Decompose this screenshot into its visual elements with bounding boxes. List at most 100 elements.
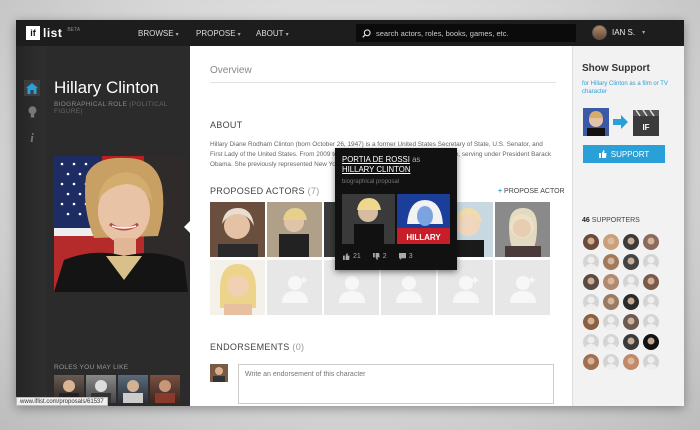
beta-badge: BETA <box>67 27 81 33</box>
actor-thumbnail[interactable] <box>210 202 265 257</box>
role-thumbnail[interactable] <box>118 375 148 403</box>
actor-thumbnail[interactable] <box>210 260 265 315</box>
show-support-title: Show Support <box>582 63 650 74</box>
supporter-avatar[interactable] <box>643 234 659 250</box>
avatar <box>210 364 228 382</box>
endorsements-label: ENDORSEMENTS <box>210 342 290 352</box>
chevron-down-icon: ▾ <box>642 30 646 36</box>
search-bar <box>356 24 576 42</box>
chevron-down-icon: ▾ <box>237 32 241 38</box>
supporter-avatar[interactable] <box>643 334 659 350</box>
comments-count: 3 <box>408 253 413 260</box>
character-role-type: BIOGRAPHICAL ROLE (POLITICAL FIGURE) <box>54 101 190 115</box>
supporter-avatar[interactable] <box>603 274 619 290</box>
supporter-avatar[interactable] <box>603 294 619 310</box>
info-icon[interactable]: i <box>24 130 40 146</box>
portrait-pointer <box>184 219 192 235</box>
supporter-avatar[interactable] <box>643 294 659 310</box>
home-icon[interactable] <box>24 80 40 96</box>
proposal-popup[interactable]: PORTIA DE ROSSI as HILLARY CLINTON biogr… <box>335 148 457 270</box>
user-menu[interactable]: IAN S. ▾ <box>592 25 645 40</box>
supporter-avatar[interactable] <box>623 274 639 290</box>
browser-window: if list BETA BROWSE▾ PROPOSE▾ ABOUT▾ IAN… <box>16 20 684 406</box>
popup-actor-link[interactable]: PORTIA DE ROSSI <box>342 155 410 164</box>
popup-character-link[interactable]: HILLARY CLINTON <box>342 165 410 174</box>
dislikes-stat[interactable]: 2 <box>372 253 387 260</box>
thumbs-up-icon <box>598 150 607 158</box>
supporter-avatar[interactable] <box>643 314 659 330</box>
proposed-actors-label: PROPOSED ACTORS <box>210 186 305 196</box>
avatar <box>592 25 607 40</box>
propose-actor-link[interactable]: + PROPOSE ACTOR <box>498 188 565 195</box>
comment-icon <box>398 253 406 260</box>
role-type-label: BIOGRAPHICAL ROLE <box>54 101 128 108</box>
actor-thumbnail[interactable] <box>267 202 322 257</box>
supporter-avatar[interactable] <box>603 334 619 350</box>
supporter-avatar[interactable] <box>583 254 599 270</box>
actor-thumbnail[interactable] <box>495 202 550 257</box>
supporter-avatar[interactable] <box>623 354 639 370</box>
supporter-avatar[interactable] <box>603 234 619 250</box>
supporter-avatar[interactable] <box>643 254 659 270</box>
support-button[interactable]: SUPPORT <box>583 145 665 163</box>
proposed-actors-count: (7) <box>307 186 320 196</box>
comments-stat[interactable]: 3 <box>398 253 413 260</box>
empty-actor-slot[interactable] <box>267 260 322 315</box>
character-name: Hillary Clinton <box>54 78 159 97</box>
logo-mark: if <box>26 26 40 40</box>
support-sidebar: Show Support for Hillary Clinton as a fi… <box>572 46 684 406</box>
likes-count: 21 <box>353 253 361 260</box>
supporters-label: SUPPORTERS <box>591 217 640 224</box>
support-description: for Hillary Clinton as a film or TV char… <box>582 81 668 95</box>
supporter-avatar[interactable] <box>643 274 659 290</box>
search-input[interactable] <box>376 28 566 38</box>
status-bar-url: www.iflist.com/proposals/61537 <box>16 397 108 406</box>
role-thumbnail[interactable] <box>150 375 180 403</box>
nav-propose[interactable]: PROPOSE ▾ <box>196 29 241 38</box>
person-placeholder-icon <box>509 275 536 303</box>
supporter-avatar[interactable] <box>583 294 599 310</box>
supporter-avatar[interactable] <box>583 274 599 290</box>
popup-as-label: as <box>412 155 421 164</box>
nav-about[interactable]: ABOUT ▾ <box>256 29 289 38</box>
tab-overview[interactable]: Overview <box>210 65 252 76</box>
supporter-avatar[interactable] <box>583 334 599 350</box>
iflist-logo[interactable]: if list BETA <box>26 26 80 40</box>
endorsement-input[interactable] <box>238 364 554 404</box>
divider <box>210 82 556 83</box>
supporter-avatar[interactable] <box>643 354 659 370</box>
supporter-avatar[interactable] <box>603 254 619 270</box>
supporter-avatar[interactable] <box>603 354 619 370</box>
logo-text: list <box>43 26 63 40</box>
user-name: IAN S. <box>612 28 636 37</box>
nav-browse[interactable]: BROWSE ▾ <box>138 29 179 38</box>
propose-actor-label: PROPOSE ACTOR <box>504 188 565 195</box>
popup-actor-image <box>342 194 395 244</box>
top-navigation-bar: if list BETA BROWSE▾ PROPOSE▾ ABOUT▾ IAN… <box>16 20 684 46</box>
supporter-avatar[interactable] <box>603 314 619 330</box>
supporters-number: 46 <box>582 217 590 224</box>
character-portrait <box>54 156 188 292</box>
popup-stats: 21 2 3 <box>343 253 413 260</box>
supporter-avatar[interactable] <box>583 314 599 330</box>
supporter-avatar[interactable] <box>623 314 639 330</box>
support-illustration: IF <box>583 108 663 143</box>
person-placeholder-icon <box>338 275 365 303</box>
supporter-avatar[interactable] <box>583 234 599 250</box>
supporter-avatar[interactable] <box>623 294 639 310</box>
roles-you-may-like-title: ROLES YOU MAY LIKE <box>54 364 129 371</box>
supporter-avatar[interactable] <box>623 334 639 350</box>
supporter-avatar[interactable] <box>583 354 599 370</box>
supporter-avatar[interactable] <box>623 254 639 270</box>
thumbs-up-icon <box>343 253 350 260</box>
dislikes-count: 2 <box>382 253 387 260</box>
supporter-avatar[interactable] <box>623 234 639 250</box>
chevron-down-icon: ▾ <box>285 32 289 38</box>
empty-actor-slot[interactable] <box>495 260 550 315</box>
nav-propose-label: PROPOSE <box>196 29 236 38</box>
lightbulb-icon[interactable] <box>24 104 40 120</box>
likes-stat[interactable]: 21 <box>343 253 361 260</box>
support-poster-text: IF <box>642 123 649 132</box>
nav-browse-label: BROWSE <box>138 29 174 38</box>
person-placeholder-icon <box>395 275 422 303</box>
